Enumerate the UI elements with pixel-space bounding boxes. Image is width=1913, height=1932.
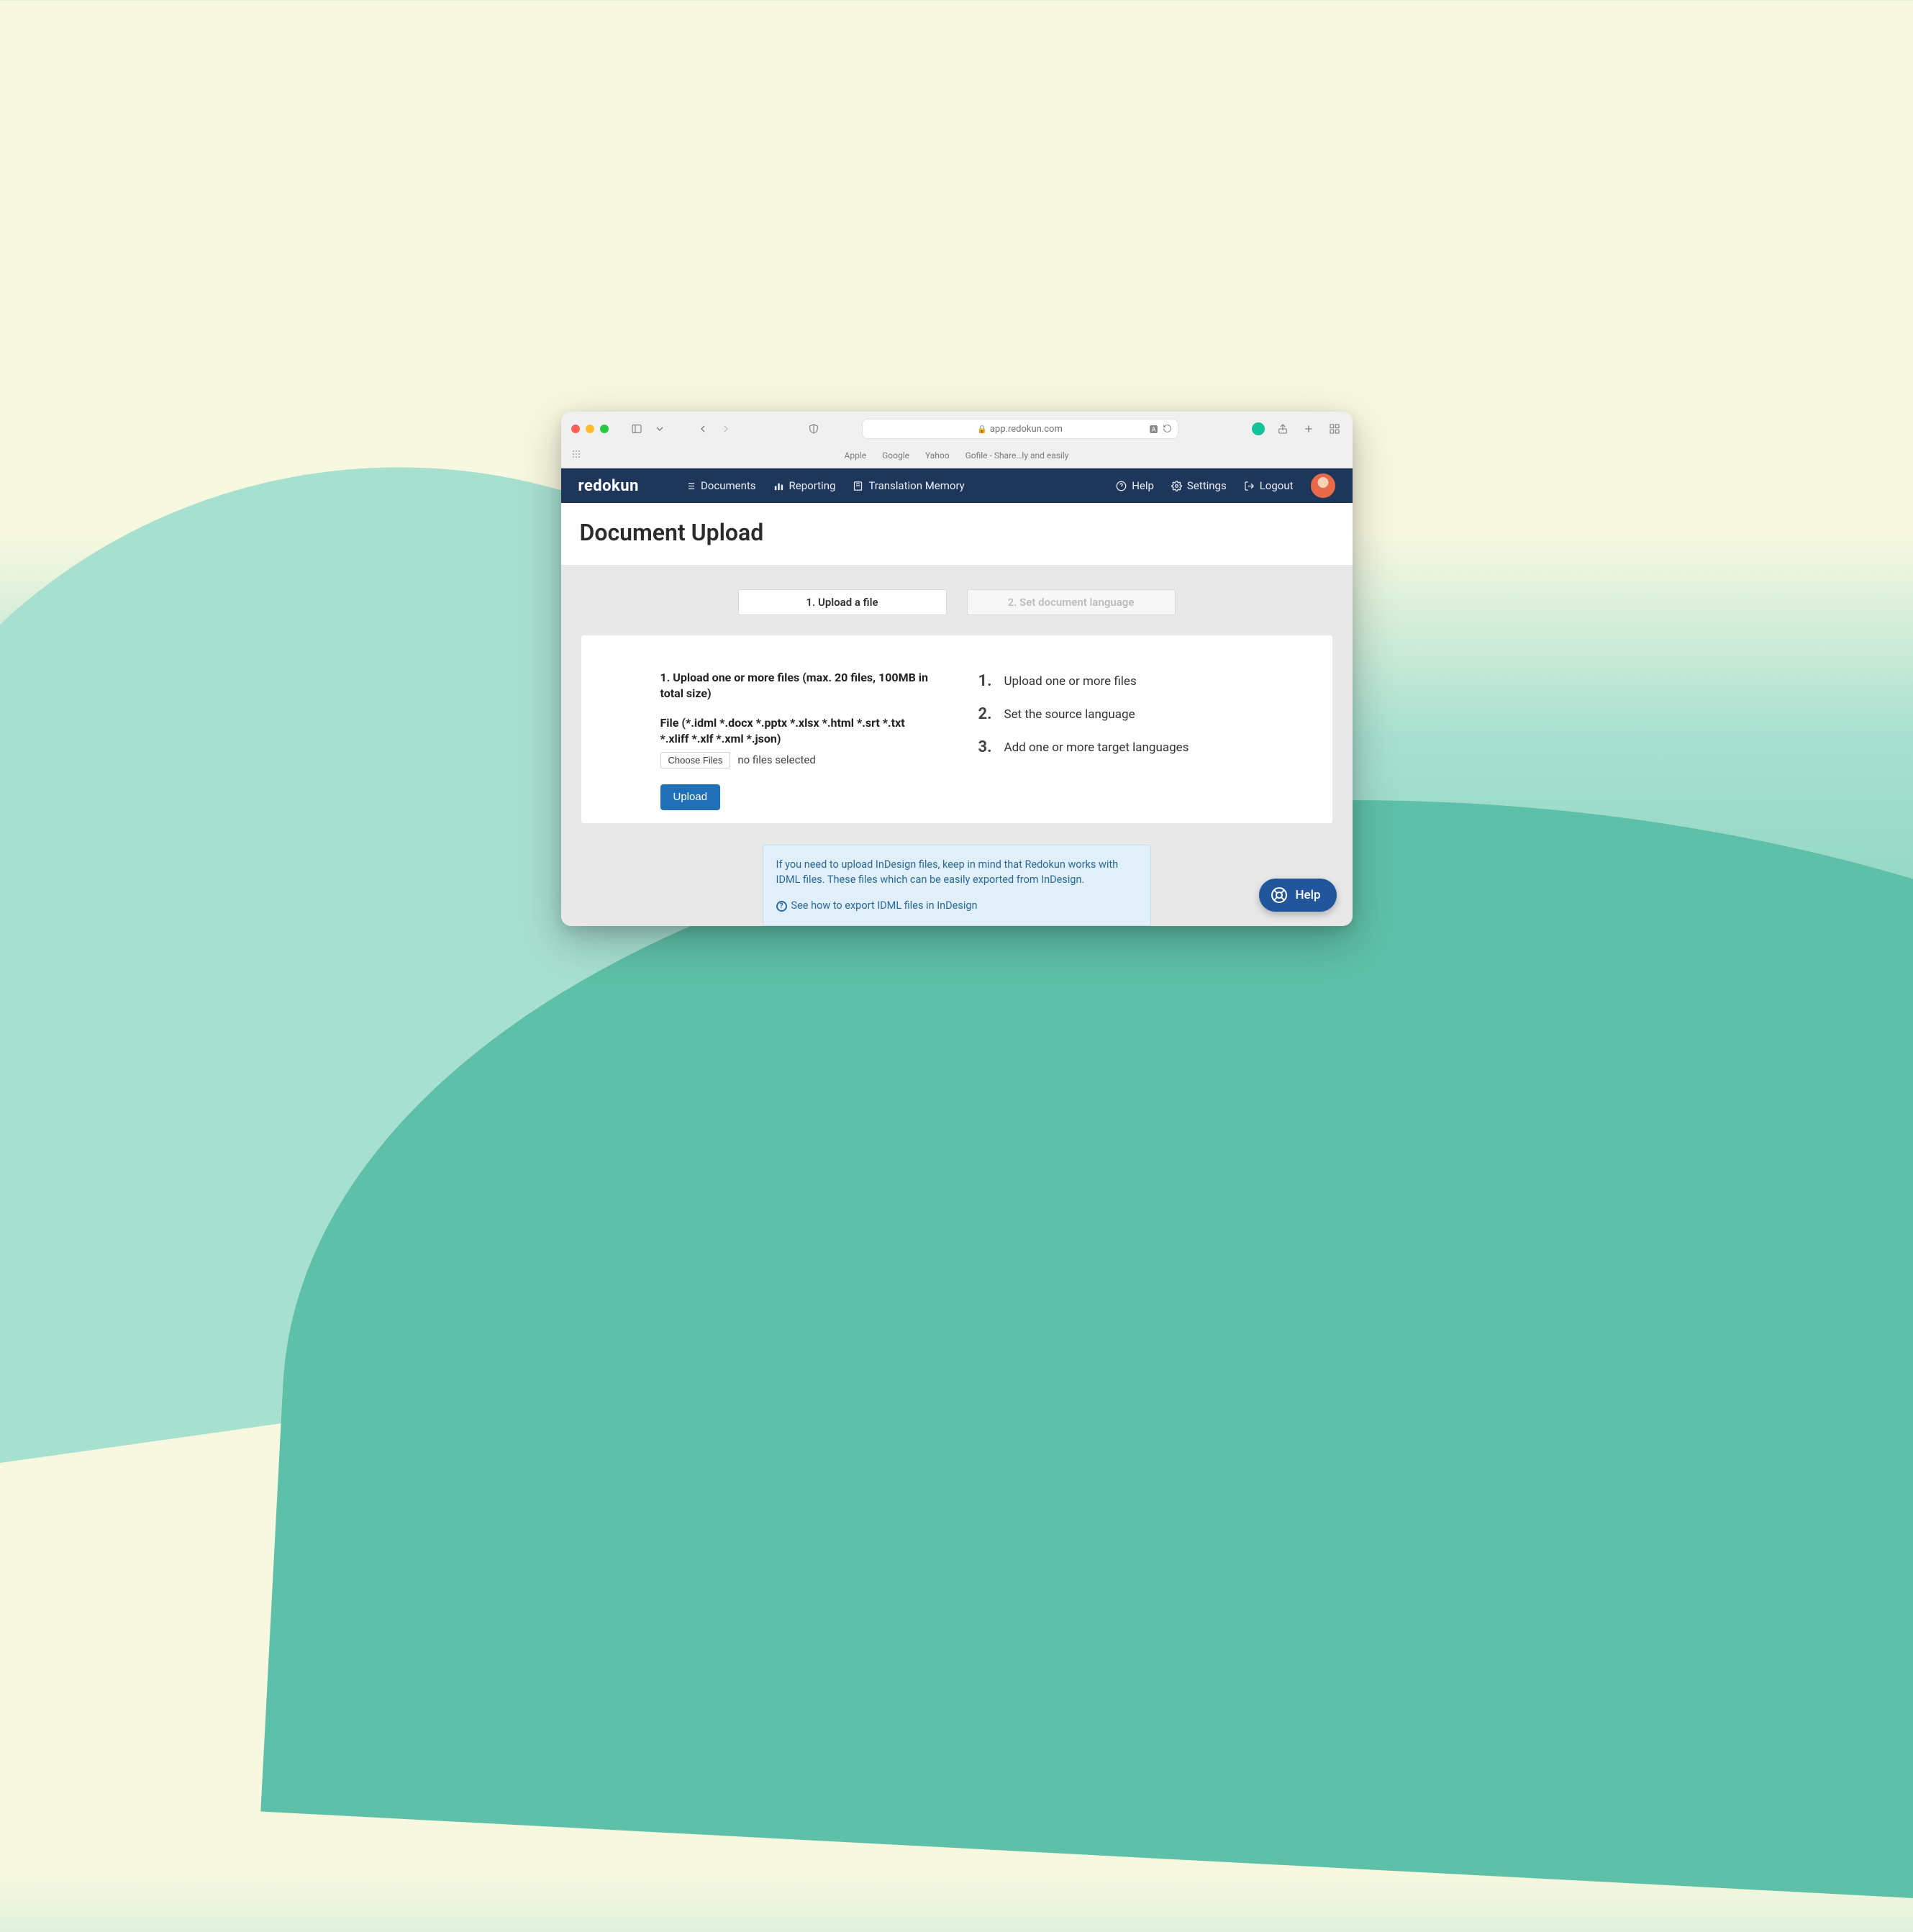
lifebuoy-icon [1271,886,1288,904]
book-icon [853,481,863,491]
step-1: 1.Upload one or more files [978,670,1253,693]
tab-set-language[interactable]: 2. Set document language [967,589,1176,615]
nav-translation-memory[interactable]: Translation Memory [853,479,964,492]
bar-chart-icon [773,481,784,491]
maximize-window-icon[interactable] [600,425,609,433]
minimize-window-icon[interactable] [586,425,594,433]
app-navbar: redokun Documents Reporting Translation … [561,468,1353,503]
avatar[interactable] [1311,473,1335,498]
step-1-label: Upload one or more files [1004,670,1137,693]
bookmark-apple[interactable]: Apple [845,450,867,461]
address-bar[interactable]: 🔒 app.redokun.com 🅰 [862,419,1178,439]
nav-logout[interactable]: Logout [1244,479,1294,492]
nav-logout-label: Logout [1260,479,1294,492]
step-3-label: Add one or more target languages [1004,736,1189,759]
list-icon [685,481,696,491]
nav-tm-label: Translation Memory [868,479,964,492]
sidebar-toggle-icon[interactable] [629,421,645,437]
step-2-label: Set the source language [1004,703,1135,726]
page-title: Document Upload [580,519,1334,546]
tabs-overview-icon[interactable] [1327,421,1342,437]
upload-card: 1. Upload one or more files (max. 20 fil… [581,635,1332,823]
bookmark-yahoo[interactable]: Yahoo [925,450,950,461]
step-3: 3.Add one or more target languages [978,736,1253,759]
nav-help[interactable]: Help [1116,479,1154,492]
browser-window: 🔒 app.redokun.com 🅰 [561,412,1353,926]
nav-documents-label: Documents [701,479,756,492]
upload-heading: 1. Upload one or more files (max. 20 fil… [660,670,935,702]
help-fab[interactable]: Help [1259,879,1336,912]
new-tab-icon[interactable] [1301,421,1317,437]
info-link-label: See how to export IDML files in InDesign [791,898,978,914]
step-tabs: 1. Upload a file 2. Set document languag… [581,589,1332,615]
back-icon[interactable] [695,421,711,437]
browser-chrome: 🔒 app.redokun.com 🅰 [561,412,1353,468]
info-box: If you need to upload InDesign files, ke… [763,845,1151,926]
help-fab-label: Help [1295,888,1320,902]
nav-reporting[interactable]: Reporting [773,479,836,492]
close-window-icon[interactable] [571,425,580,433]
share-icon[interactable] [1275,421,1291,437]
grammarly-icon[interactable] [1252,422,1265,435]
url-text: app.redokun.com [990,424,1063,435]
translate-icon[interactable]: 🅰 [1149,423,1158,435]
nav-reporting-label: Reporting [789,479,836,492]
reload-icon[interactable] [1163,422,1172,436]
choose-files-button[interactable]: Choose Files [660,752,731,768]
nav-help-label: Help [1132,479,1154,492]
step-2: 2.Set the source language [978,703,1253,726]
logout-icon [1244,481,1255,491]
shield-icon[interactable] [806,421,822,437]
filetypes-label: File (*.idml *.docx *.pptx *.xlsx *.html… [660,715,935,748]
chevron-down-icon[interactable] [652,421,668,437]
info-link[interactable]: ? See how to export IDML files in InDesi… [776,898,1137,914]
question-circle-icon: ? [776,901,787,912]
content-area: 1. Upload a file 2. Set document languag… [561,565,1353,926]
bookmark-google[interactable]: Google [882,450,909,461]
question-circle-icon [1116,481,1127,491]
traffic-lights [571,425,609,433]
file-selection-status: no files selected [737,753,815,766]
gear-icon [1171,481,1182,491]
apps-grid-icon[interactable] [571,449,581,461]
tab-upload-file[interactable]: 1. Upload a file [738,589,947,615]
nav-documents[interactable]: Documents [685,479,756,492]
bookmark-gofile[interactable]: Gofile - Share…ly and easily [965,450,1069,461]
page-header: Document Upload [561,503,1353,565]
upload-button[interactable]: Upload [660,784,721,810]
brand-logo[interactable]: redokun [578,477,639,495]
nav-settings[interactable]: Settings [1171,479,1227,492]
forward-icon[interactable] [718,421,734,437]
info-text: If you need to upload InDesign files, ke… [776,857,1137,889]
nav-settings-label: Settings [1187,479,1227,492]
steps-list: 1.Upload one or more files 2.Set the sou… [978,670,1253,759]
lock-icon: 🔒 [977,425,987,434]
